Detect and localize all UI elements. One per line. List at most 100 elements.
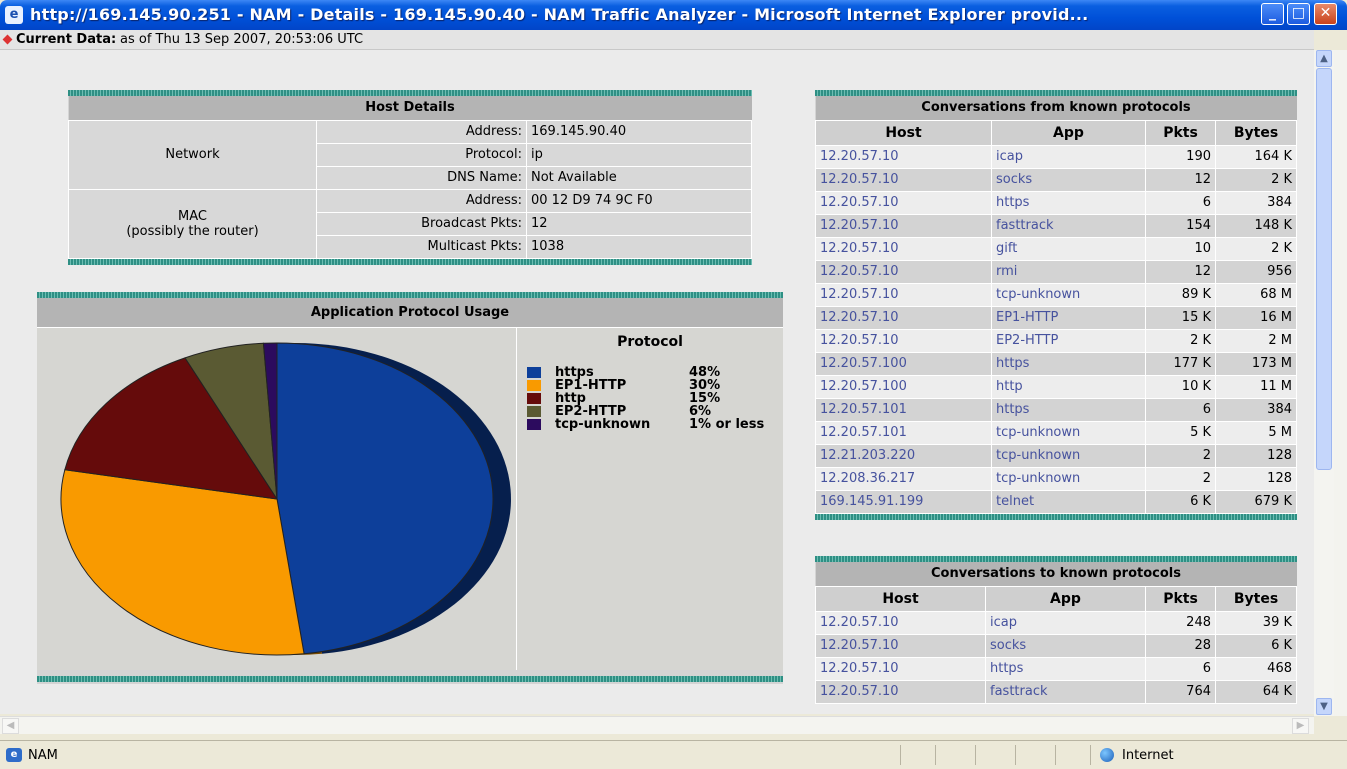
scroll-thumb[interactable] bbox=[1316, 68, 1332, 470]
app-link[interactable]: gift bbox=[991, 236, 1146, 261]
pkts-cell: 6 bbox=[1145, 656, 1216, 681]
status-divider bbox=[935, 745, 936, 765]
detail-value: 00 12 D9 74 9C F0 bbox=[526, 188, 752, 213]
legend-swatch bbox=[527, 367, 541, 378]
horizontal-scrollbar[interactable]: ◀ ▶ bbox=[0, 716, 1314, 734]
table-row: 12.20.57.101 https 6 384 bbox=[815, 397, 1297, 422]
detail-key: Address: bbox=[316, 119, 527, 144]
detail-value: Not Available bbox=[526, 165, 752, 190]
page-content: Host Details Network Address: 169.145.90… bbox=[0, 50, 1314, 714]
mac-sublabel: (possibly the router) bbox=[126, 223, 259, 239]
pie-chart bbox=[37, 328, 517, 670]
status-divider bbox=[900, 745, 901, 765]
table-row: 12.20.57.10 rmi 12 956 bbox=[815, 259, 1297, 284]
scroll-left-button[interactable]: ◀ bbox=[2, 718, 19, 734]
bytes-cell: 5 M bbox=[1215, 420, 1297, 445]
host-link[interactable]: 12.20.57.10 bbox=[815, 190, 992, 215]
host-link[interactable]: 12.20.57.10 bbox=[815, 610, 986, 635]
application-protocol-usage-panel: Application Protocol Usage Protocol http… bbox=[37, 292, 783, 684]
host-link[interactable]: 12.20.57.10 bbox=[815, 656, 986, 681]
table-row: 12.20.57.10 EP1-HTTP 15 K 16 M bbox=[815, 305, 1297, 330]
table-row: 12.20.57.100 https 177 K 173 M bbox=[815, 351, 1297, 376]
ie-page-icon: e bbox=[6, 748, 22, 762]
chart-legend: Protocol https 48% EP1-HTTP 30% http 15% EP2-H… bbox=[517, 328, 783, 670]
app-link[interactable]: socks bbox=[991, 167, 1146, 192]
table-row: 12.20.57.10 tcp-unknown 89 K 68 M bbox=[815, 282, 1297, 307]
pkts-cell: 190 bbox=[1145, 144, 1216, 169]
app-link[interactable]: https bbox=[991, 351, 1146, 376]
app-link[interactable]: fasttrack bbox=[985, 679, 1146, 704]
bytes-cell: 384 bbox=[1215, 190, 1297, 215]
app-link[interactable]: fasttrack bbox=[991, 213, 1146, 238]
app-link[interactable]: socks bbox=[985, 633, 1146, 658]
host-details-title: Host Details bbox=[68, 96, 752, 121]
app-link[interactable]: tcp-unknown bbox=[991, 420, 1146, 445]
internet-zone-icon bbox=[1100, 748, 1114, 762]
bytes-cell: 16 M bbox=[1215, 305, 1297, 330]
title-bar: e http://169.145.90.251 - NAM - Details … bbox=[0, 0, 1347, 30]
table-row: 12.21.203.220 tcp-unknown 2 128 bbox=[815, 443, 1297, 468]
host-link[interactable]: 12.20.57.100 bbox=[815, 351, 992, 376]
host-link[interactable]: 12.20.57.10 bbox=[815, 282, 992, 307]
pkts-cell: 5 K bbox=[1145, 420, 1216, 445]
app-link[interactable]: https bbox=[985, 656, 1146, 681]
host-link[interactable]: 169.145.91.199 bbox=[815, 489, 992, 514]
host-link[interactable]: 12.208.36.217 bbox=[815, 466, 992, 491]
app-link[interactable]: rmi bbox=[991, 259, 1146, 284]
table-row: 12.20.57.10 fasttrack 764 64 K bbox=[815, 679, 1297, 704]
app-link[interactable]: EP2-HTTP bbox=[991, 328, 1146, 353]
app-link[interactable]: tcp-unknown bbox=[991, 282, 1146, 307]
host-link[interactable]: 12.20.57.100 bbox=[815, 374, 992, 399]
scroll-down-button[interactable]: ▼ bbox=[1316, 698, 1332, 715]
app-link[interactable]: http bbox=[991, 374, 1146, 399]
app-link[interactable]: EP1-HTTP bbox=[991, 305, 1146, 330]
pkts-cell: 6 K bbox=[1145, 489, 1216, 514]
host-link[interactable]: 12.20.57.10 bbox=[815, 679, 986, 704]
status-divider bbox=[1090, 745, 1091, 765]
host-link[interactable]: 12.20.57.10 bbox=[815, 259, 992, 284]
maximize-button[interactable]: □ bbox=[1287, 3, 1310, 25]
app-link[interactable]: telnet bbox=[991, 489, 1146, 514]
host-link[interactable]: 12.20.57.10 bbox=[815, 305, 992, 330]
conversations-to-title: Conversations to known protocols bbox=[815, 562, 1297, 587]
pkts-cell: 10 K bbox=[1145, 374, 1216, 399]
pkts-cell: 2 bbox=[1145, 443, 1216, 468]
bytes-cell: 2 K bbox=[1215, 236, 1297, 261]
host-link[interactable]: 12.20.57.10 bbox=[815, 144, 992, 169]
detail-value: 12 bbox=[526, 211, 752, 236]
status-divider bbox=[1015, 745, 1016, 765]
close-button[interactable]: ✕ bbox=[1314, 3, 1337, 25]
host-link[interactable]: 12.20.57.101 bbox=[815, 420, 992, 445]
detail-key: Address: bbox=[316, 188, 527, 213]
bytes-cell: 164 K bbox=[1215, 144, 1297, 169]
host-link[interactable]: 12.20.57.101 bbox=[815, 397, 992, 422]
legend-swatch bbox=[527, 393, 541, 404]
scroll-up-button[interactable]: ▲ bbox=[1316, 50, 1332, 67]
conversations-to-panel: Conversations to known protocols Host Ap… bbox=[815, 556, 1297, 704]
host-link[interactable]: 12.21.203.220 bbox=[815, 443, 992, 468]
column-header-app: App bbox=[991, 119, 1146, 146]
pkts-cell: 2 K bbox=[1145, 328, 1216, 353]
column-header-pkts: Pkts bbox=[1145, 119, 1216, 146]
app-link[interactable]: tcp-unknown bbox=[991, 466, 1146, 491]
column-header-bytes: Bytes bbox=[1215, 119, 1297, 146]
app-link[interactable]: https bbox=[991, 397, 1146, 422]
host-link[interactable]: 12.20.57.10 bbox=[815, 236, 992, 261]
minimize-button[interactable]: _ bbox=[1261, 3, 1284, 25]
table-row: 12.20.57.10 fasttrack 154 148 K bbox=[815, 213, 1297, 238]
bytes-cell: 6 K bbox=[1215, 633, 1297, 658]
host-link[interactable]: 12.20.57.10 bbox=[815, 213, 992, 238]
app-link[interactable]: tcp-unknown bbox=[991, 443, 1146, 468]
app-link[interactable]: https bbox=[991, 190, 1146, 215]
bytes-cell: 68 M bbox=[1215, 282, 1297, 307]
panel-divider bbox=[815, 513, 1297, 520]
bytes-cell: 468 bbox=[1215, 656, 1297, 681]
host-link[interactable]: 12.20.57.10 bbox=[815, 167, 992, 192]
app-link[interactable]: icap bbox=[991, 144, 1146, 169]
scroll-right-button[interactable]: ▶ bbox=[1292, 718, 1309, 734]
host-link[interactable]: 12.20.57.10 bbox=[815, 328, 992, 353]
vertical-scrollbar[interactable]: ▲ ▼ bbox=[1314, 50, 1347, 716]
network-label: Network bbox=[68, 119, 317, 190]
host-link[interactable]: 12.20.57.10 bbox=[815, 633, 986, 658]
app-link[interactable]: icap bbox=[985, 610, 1146, 635]
